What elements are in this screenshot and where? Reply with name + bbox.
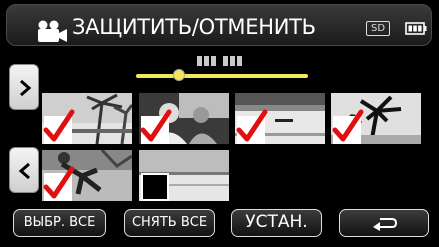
checkmark-icon bbox=[140, 109, 172, 142]
select-checkbox[interactable] bbox=[236, 109, 268, 144]
back-button[interactable] bbox=[339, 209, 429, 237]
prev-page-button[interactable] bbox=[9, 147, 39, 193]
next-page-button[interactable] bbox=[9, 64, 39, 110]
deselect-all-label: СНЯТЬ ВСЕ bbox=[131, 215, 208, 230]
select-checkbox[interactable] bbox=[43, 166, 75, 201]
battery-full-icon bbox=[405, 22, 427, 35]
date-indicator bbox=[197, 56, 242, 66]
deselect-all-button[interactable]: СНЯТЬ ВСЕ bbox=[124, 209, 215, 237]
select-checkbox[interactable] bbox=[141, 173, 169, 201]
select-checkbox[interactable] bbox=[43, 109, 75, 144]
thumbnail-5[interactable] bbox=[42, 150, 132, 201]
select-all-label: ВЫБР. ВСЕ bbox=[23, 215, 96, 230]
timeline-slider-handle[interactable] bbox=[173, 69, 185, 81]
select-checkbox[interactable] bbox=[332, 109, 364, 144]
thumbnail-2[interactable] bbox=[139, 93, 229, 144]
thumbnail-4[interactable] bbox=[331, 93, 421, 144]
thumbnail-6[interactable] bbox=[139, 150, 229, 201]
select-checkbox[interactable] bbox=[140, 109, 172, 144]
chevron-left-icon bbox=[18, 162, 30, 180]
thumbnail-1[interactable] bbox=[42, 93, 132, 144]
checkmark-icon bbox=[332, 109, 364, 142]
page-title: ЗАЩИТИТЬ/ОТМЕНИТЬ bbox=[72, 15, 316, 39]
video-camera-icon bbox=[38, 20, 67, 42]
checkmark-icon bbox=[43, 166, 75, 199]
set-label: УСТАН. bbox=[245, 212, 308, 232]
checkmark-icon bbox=[236, 109, 268, 142]
checkmark-icon bbox=[43, 109, 75, 142]
title-bar: ЗАЩИТИТЬ/ОТМЕНИТЬ SD bbox=[6, 4, 432, 46]
chevron-right-icon bbox=[20, 79, 32, 97]
return-arrow-icon bbox=[373, 218, 398, 231]
timeline-slider-track[interactable] bbox=[136, 74, 308, 78]
select-all-button[interactable]: ВЫБР. ВСЕ bbox=[13, 209, 106, 237]
thumbnail-3[interactable] bbox=[235, 93, 325, 144]
set-button[interactable]: УСТАН. bbox=[231, 209, 322, 237]
protect-screen: ЗАЩИТИТЬ/ОТМЕНИТЬ SD ВЫБР. ВСЕ СНЯТЬ ВСЕ… bbox=[0, 0, 439, 247]
sd-card-icon: SD bbox=[366, 21, 390, 36]
